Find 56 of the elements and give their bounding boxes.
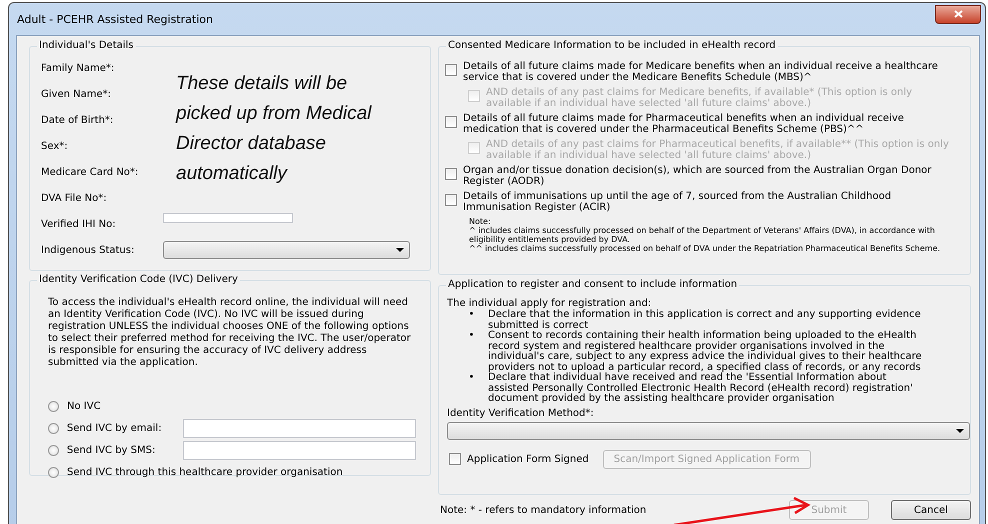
dropdown[interactable] xyxy=(447,422,970,440)
bullet-text: Consent to records containing their health information being uploaded to the eHealth record system and registered healthcare provider organisations involved in the individual's care, subject to any express advice the individual gives to their healthcare providers not to upload a particular record, a specified class of records, or any records xyxy=(488,331,923,372)
field-label: Sex*: xyxy=(40,140,69,152)
option-label: AND details of any past claims for Pharmaceutical benefits, if available** (This option is only available if an individual have selected 'all future claims' above.) xyxy=(486,139,950,161)
bullet-text: Declare that individual have received and read the 'Essential Information about assisted Personally Controlled Electronic Health Record (eHealth record) registration' document provided by the assisting healthcare provider organisation xyxy=(488,373,914,404)
option-label: No IVC xyxy=(67,401,101,412)
checkbox[interactable] xyxy=(445,168,457,180)
input-field[interactable] xyxy=(183,441,416,460)
option-label: Organ and/or tissue donation decision(s), which are sourced from the Australian Organ Donor Register (AODR) xyxy=(463,165,932,187)
option-label: Details of all future claims made for Pharmaceutical benefits when an individual receive medication that is covered under the Pharmaceutical Benefits Scheme (PBS)^^ xyxy=(463,113,905,135)
field-label: Date of Birth*: xyxy=(40,114,114,126)
field-label: Given Name*: xyxy=(40,88,112,100)
radio-button[interactable] xyxy=(48,467,59,478)
group-title: Individual's Details xyxy=(37,40,136,51)
checkbox-label: Application Form Signed xyxy=(467,454,589,464)
cancel-button[interactable]: Cancel xyxy=(891,500,971,520)
description-text: To access the individual's eHealth record online, the individual will need an Identity Verification Code (IVC). No IVC will be issued during registration UNLESS the individual chooses ONE of the following options to select their preferred method for receiving the IVC. The user/operator is responsible for ensuring the accuracy of IVC delivery address submitted via the application. xyxy=(48,297,412,369)
dropdown[interactable] xyxy=(163,241,410,259)
field-label: Medicare Card No*: xyxy=(40,166,140,178)
field-label: Verified IHI No: xyxy=(40,218,117,230)
intro-text: The individual apply for registration and: xyxy=(447,298,652,310)
option-label: Details of immunisations up until the age of 7, sourced from the Australian Childhood Immunisation Register (ACIR) xyxy=(463,191,892,213)
group-title: Consented Medicare Information to be included in eHealth record xyxy=(446,40,778,51)
checkbox[interactable] xyxy=(445,116,457,128)
caret-icon xyxy=(956,428,964,432)
bullet-mark: • xyxy=(468,310,476,322)
option-label: AND details of any past claims for Medicare benefits, if available* (This option is only available if an individual have selected 'all future claims' above.) xyxy=(486,87,914,109)
close-icon xyxy=(954,10,962,18)
field-label: Identity Verification Method*: xyxy=(447,408,595,418)
field-label: Indigenous Status: xyxy=(40,244,136,256)
field-label: Family Name*: xyxy=(40,62,116,74)
input-field[interactable] xyxy=(163,213,293,223)
note-text: Note: * - refers to mandatory information xyxy=(439,504,648,516)
close-button[interactable] xyxy=(935,4,981,24)
radio-button[interactable] xyxy=(48,445,59,456)
note-text: ^^ includes claims successfully processed on behalf of DVA under the Repatriation Pharmaceutical Benefits Scheme. xyxy=(469,244,942,253)
group-title: Application to register and consent to include information xyxy=(446,279,740,290)
checkbox[interactable] xyxy=(449,453,461,465)
option-label: Details of all future claims made for Medicare benefits when an individual receive a healthcare service that is covered under the Medicare Benefits Schedule (MBS)^ xyxy=(463,61,939,83)
radio-button[interactable] xyxy=(48,401,59,412)
note-text: ^ includes claims successfully processed on behalf of the Department of Veterans' Affairs (DVA), in accordance with eligibility entitlements provided by DVA. xyxy=(469,226,936,244)
bullet-mark: • xyxy=(468,373,476,385)
checkbox[interactable] xyxy=(445,64,457,76)
option-label: Send IVC through this healthcare provider organisation xyxy=(67,467,343,478)
option-label: Send IVC by email: xyxy=(66,423,163,434)
bullet-mark: • xyxy=(468,331,476,343)
option-label: Send IVC by SMS: xyxy=(66,445,156,456)
radio-button[interactable] xyxy=(48,423,59,434)
field-label: DVA File No*: xyxy=(40,192,108,204)
note-text: Note: xyxy=(469,217,492,226)
caret-icon xyxy=(396,248,404,252)
window-title: Adult - PCEHR Assisted Registration xyxy=(17,12,214,26)
checkbox[interactable] xyxy=(445,194,457,206)
input-field[interactable] xyxy=(183,419,416,438)
bullet-text: Declare that the information in this application is correct and any supporting evidence submitted is correct xyxy=(488,310,922,330)
group-title: Identity Verification Code (IVC) Delivery xyxy=(37,274,240,285)
